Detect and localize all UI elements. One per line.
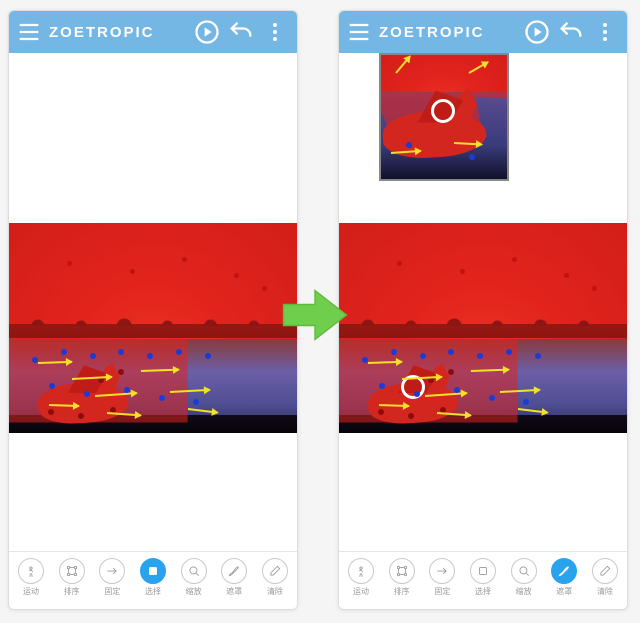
play-icon[interactable] bbox=[193, 18, 221, 46]
app-title: ZOETROPIC bbox=[379, 24, 517, 41]
tool-label: 选择 bbox=[145, 586, 161, 597]
motion-arrow-icon bbox=[379, 404, 409, 407]
anchor-point-icon bbox=[420, 353, 426, 359]
arrow-icon bbox=[99, 558, 125, 584]
tool-label: 缩放 bbox=[516, 586, 532, 597]
motion-icon bbox=[348, 558, 374, 584]
undo-icon[interactable] bbox=[557, 18, 585, 46]
tool-label: 固定 bbox=[104, 586, 120, 597]
tool-label: 选择 bbox=[475, 586, 491, 597]
tool-zoom[interactable]: 缩放 bbox=[508, 558, 540, 597]
app-bar: ZOETROPIC bbox=[9, 11, 297, 53]
bottom-toolbar: 运动 排序 固定 选择 缩放 遮罩 清除 bbox=[9, 551, 297, 609]
seq-icon bbox=[59, 558, 85, 584]
tool-label: 遮罩 bbox=[556, 586, 572, 597]
transition-arrow-icon bbox=[280, 280, 350, 350]
anchor-point-icon bbox=[159, 395, 165, 401]
anchor-point-icon bbox=[506, 349, 512, 355]
motion-icon bbox=[18, 558, 44, 584]
mask-point-icon bbox=[67, 261, 72, 266]
zoom-icon bbox=[511, 558, 537, 584]
phone-screen-right: ZOETROPIC bbox=[338, 10, 628, 610]
tool-label: 运动 bbox=[23, 586, 39, 597]
arrow-icon bbox=[429, 558, 455, 584]
tool-zoom[interactable]: 缩放 bbox=[178, 558, 210, 597]
anchor-point-icon bbox=[535, 353, 541, 359]
tool-label: 排序 bbox=[64, 586, 80, 597]
anchor-point-icon bbox=[49, 383, 55, 389]
motion-arrow-icon bbox=[38, 360, 72, 363]
app-bar: ZOETROPIC bbox=[339, 11, 627, 53]
mask-point-icon bbox=[182, 257, 187, 262]
zoom-icon bbox=[181, 558, 207, 584]
tool-label: 清除 bbox=[267, 586, 283, 597]
tool-label: 遮罩 bbox=[226, 586, 242, 597]
mask-point-icon bbox=[512, 257, 517, 262]
tool-seq[interactable]: 排序 bbox=[386, 558, 418, 597]
menu-icon[interactable] bbox=[15, 18, 43, 46]
tool-select[interactable]: 选择 bbox=[467, 558, 499, 597]
scene-image bbox=[9, 223, 297, 433]
tool-seq[interactable]: 排序 bbox=[56, 558, 88, 597]
tool-label: 固定 bbox=[434, 586, 450, 597]
bottom-toolbar: 运动 排序 固定 选择 缩放 遮罩 清除 bbox=[339, 551, 627, 609]
bird-shape bbox=[38, 353, 148, 423]
eraser-icon bbox=[592, 558, 618, 584]
scene-image bbox=[339, 223, 627, 433]
anchor-point-icon bbox=[84, 391, 90, 397]
bird-shape bbox=[368, 353, 478, 423]
anchor-point-icon bbox=[391, 349, 397, 355]
tool-mask[interactable]: 遮罩 bbox=[218, 558, 250, 597]
menu-icon[interactable] bbox=[345, 18, 373, 46]
anchor-point-icon bbox=[176, 349, 182, 355]
anchor-point-icon bbox=[489, 395, 495, 401]
square-icon bbox=[470, 558, 496, 584]
more-icon[interactable] bbox=[261, 18, 289, 46]
brush-icon bbox=[551, 558, 577, 584]
tool-stab[interactable]: 固定 bbox=[426, 558, 458, 597]
anchor-point-icon bbox=[379, 383, 385, 389]
more-icon[interactable] bbox=[591, 18, 619, 46]
tool-label: 排序 bbox=[394, 586, 410, 597]
anchor-point-icon bbox=[414, 391, 420, 397]
tool-stab[interactable]: 固定 bbox=[96, 558, 128, 597]
tool-motion[interactable]: 运动 bbox=[15, 558, 47, 597]
anchor-point-icon bbox=[205, 353, 211, 359]
phone-screen-left: ZOETROPIC bbox=[8, 10, 298, 610]
anchor-point-icon bbox=[454, 387, 460, 393]
play-icon[interactable] bbox=[523, 18, 551, 46]
canvas-area[interactable] bbox=[339, 53, 627, 551]
anchor-point-icon bbox=[61, 349, 67, 355]
magnifier-preview bbox=[379, 53, 509, 181]
tool-motion[interactable]: 运动 bbox=[345, 558, 377, 597]
tool-label: 缩放 bbox=[186, 586, 202, 597]
seq-icon bbox=[389, 558, 415, 584]
mask-point-icon bbox=[397, 261, 402, 266]
square-icon bbox=[140, 558, 166, 584]
brush-icon bbox=[221, 558, 247, 584]
tool-erase[interactable]: 清除 bbox=[589, 558, 621, 597]
undo-icon[interactable] bbox=[227, 18, 255, 46]
tool-label: 清除 bbox=[597, 586, 613, 597]
anchor-point-icon bbox=[124, 387, 130, 393]
canvas-area[interactable] bbox=[9, 53, 297, 551]
tool-erase[interactable]: 清除 bbox=[259, 558, 291, 597]
app-title: ZOETROPIC bbox=[49, 24, 187, 41]
anchor-point-icon bbox=[90, 353, 96, 359]
tool-select[interactable]: 选择 bbox=[137, 558, 169, 597]
motion-arrow-icon bbox=[368, 360, 402, 363]
motion-arrow-icon bbox=[49, 404, 79, 407]
eraser-icon bbox=[262, 558, 288, 584]
tool-mask[interactable]: 遮罩 bbox=[548, 558, 580, 597]
tool-label: 运动 bbox=[353, 586, 369, 597]
